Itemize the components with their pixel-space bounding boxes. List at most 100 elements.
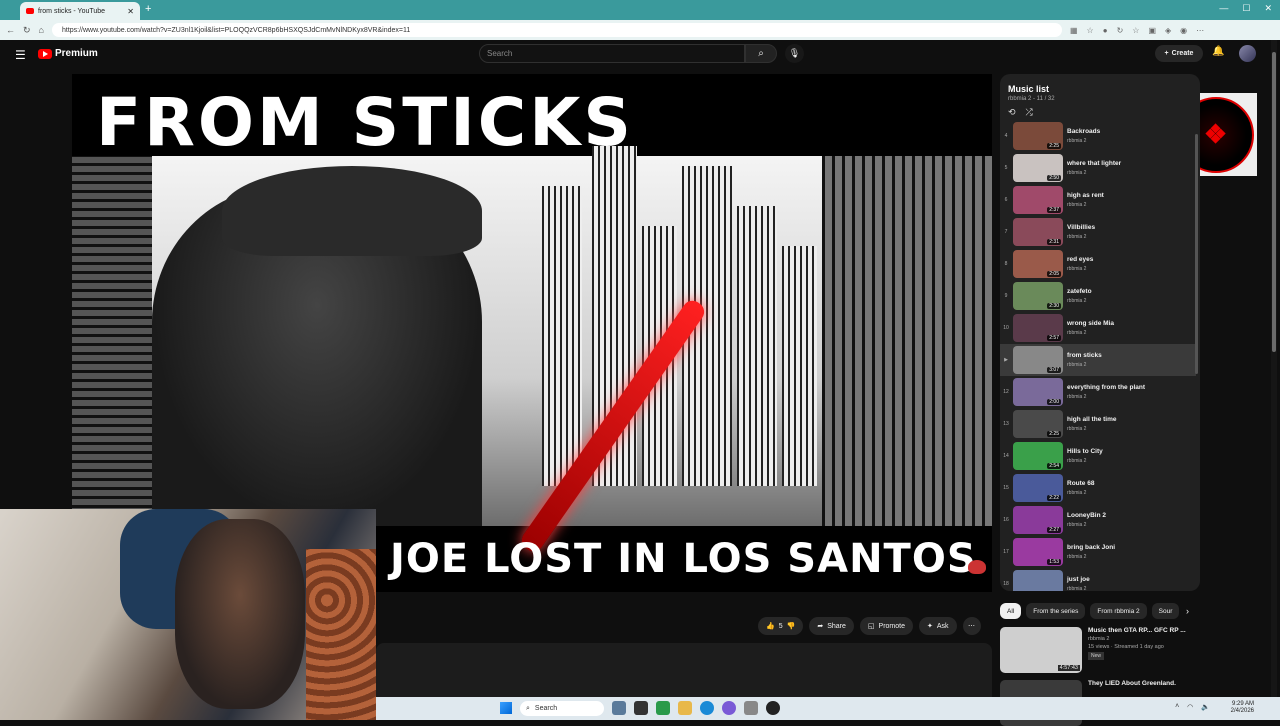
playlist-thumbnail[interactable]: 2:50	[1013, 154, 1063, 182]
playlist-scrollbar[interactable]	[1195, 134, 1198, 374]
related-title[interactable]: Music then GTA RP... GFC RP ...	[1088, 627, 1186, 634]
playlist-item-title[interactable]: wrong side Mia	[1067, 320, 1114, 327]
youtube-logo[interactable]: Premium	[38, 48, 98, 59]
collections-icon[interactable]: ▣	[1148, 26, 1156, 35]
playlist-item-title[interactable]: high all the time	[1067, 416, 1116, 423]
taskbar-search[interactable]: ⌕ Search	[520, 701, 604, 716]
volume-icon[interactable]: 🔈	[1201, 703, 1210, 711]
more-icon[interactable]: ⋯	[1196, 26, 1204, 35]
avatar[interactable]	[1239, 45, 1256, 62]
search-input[interactable]: Search	[479, 44, 745, 63]
voice-search-button[interactable]: 🎙	[785, 44, 804, 63]
playlist-thumbnail[interactable]: 2:57	[1013, 314, 1063, 342]
windows-start-icon[interactable]	[500, 702, 512, 714]
playlist-item-title[interactable]: Hills to City	[1067, 448, 1103, 455]
playlist-item[interactable]: 15 2:22 Route 68 rbbmia 2	[1000, 472, 1196, 504]
playlist-item-title[interactable]: where that lighter	[1067, 160, 1121, 167]
browser-tab[interactable]: from sticks - YouTube ✕	[20, 2, 140, 20]
playlist-item[interactable]: 8 2:05 red eyes rbbmia 2	[1000, 248, 1196, 280]
app-icon[interactable]	[634, 701, 648, 715]
filter-chip[interactable]: All	[1000, 603, 1022, 619]
playlist-item[interactable]: 7 2:31 Villbillies rbbmia 2	[1000, 216, 1196, 248]
playlist-item[interactable]: 13 2:25 high all the time rbbmia 2	[1000, 408, 1196, 440]
folder-icon[interactable]	[678, 701, 692, 715]
playlist-item-title[interactable]: zatefeto	[1067, 288, 1092, 295]
playlist-item-title[interactable]: just joe	[1067, 576, 1090, 583]
extension-icon[interactable]: ●	[1103, 26, 1108, 35]
promote-button[interactable]: ◱ Promote	[859, 617, 913, 635]
shuffle-icon[interactable]: ⤮	[1026, 107, 1033, 118]
playlist-title[interactable]: Music list	[1008, 84, 1192, 94]
playlist-item-title[interactable]: from sticks	[1067, 352, 1102, 359]
camera-icon[interactable]	[744, 701, 758, 715]
close-window-icon[interactable]: ✕	[1264, 3, 1272, 14]
like-button[interactable]: 👍 5 👎	[758, 617, 804, 635]
app-icon[interactable]	[722, 701, 736, 715]
new-tab-icon[interactable]: +	[145, 3, 151, 15]
playlist-item[interactable]: 14 2:54 Hills to City rbbmia 2	[1000, 440, 1196, 472]
playlist-thumbnail[interactable]: 3:07	[1013, 346, 1063, 374]
playlist-thumbnail[interactable]: 2:05	[1013, 250, 1063, 278]
home-icon[interactable]: ⌂	[39, 25, 44, 36]
search-button[interactable]: ⌕	[745, 44, 777, 63]
minimize-icon[interactable]: —	[1219, 3, 1228, 14]
playlist-thumbnail[interactable]: 2:31	[1013, 218, 1063, 246]
thumbs-down-icon[interactable]: 👎	[787, 622, 796, 630]
loop-icon[interactable]: ⟲	[1008, 107, 1016, 118]
share-button[interactable]: ➦ Share	[809, 617, 854, 635]
playlist-item[interactable]: 6 2:37 high as rent rbbmia 2	[1000, 184, 1196, 216]
playlist-item-title[interactable]: high as rent	[1067, 192, 1104, 199]
playlist-item[interactable]: 18 1:40 just joe rbbmia 2	[1000, 568, 1196, 591]
close-tab-icon[interactable]: ✕	[127, 7, 134, 16]
playlist-thumbnail[interactable]: 2:37	[1013, 186, 1063, 214]
playlist-item[interactable]: 17 1:53 bring back Joni rbbmia 2	[1000, 536, 1196, 568]
playlist-thumbnail[interactable]: 2:22	[1013, 474, 1063, 502]
playlist-thumbnail[interactable]: 2:00	[1013, 378, 1063, 406]
chevron-right-icon[interactable]: ›	[1186, 606, 1189, 616]
playlist-item[interactable]: ▶ 3:07 from sticks rbbmia 2	[1000, 344, 1196, 376]
playlist-item-title[interactable]: red eyes	[1067, 256, 1093, 263]
playlist-item-title[interactable]: LooneyBin 2	[1067, 512, 1106, 519]
create-button[interactable]: + Create	[1155, 45, 1203, 62]
playlist-item[interactable]: 9 2:30 zatefeto rbbmia 2	[1000, 280, 1196, 312]
playlist-item-title[interactable]: everything from the plant	[1067, 384, 1145, 391]
app-icon[interactable]	[612, 701, 626, 715]
page-scrollbar[interactable]	[1271, 40, 1277, 700]
playlist-item-title[interactable]: Route 68	[1067, 480, 1094, 487]
profile-icon[interactable]: ◉	[1180, 26, 1187, 35]
playlist-item[interactable]: 16 2:27 LooneyBin 2 rbbmia 2	[1000, 504, 1196, 536]
playlist-thumbnail[interactable]: 2:25	[1013, 410, 1063, 438]
playlist-item[interactable]: 5 2:50 where that lighter rbbmia 2	[1000, 152, 1196, 184]
related-title[interactable]: They LIED About Greenland.	[1088, 680, 1176, 687]
grid-icon[interactable]: ▦	[1070, 26, 1078, 35]
maximize-icon[interactable]: ☐	[1242, 3, 1250, 14]
ask-button[interactable]: ✦ Ask	[919, 617, 957, 635]
app-icon[interactable]	[766, 701, 780, 715]
playlist-item[interactable]: 10 2:57 wrong side Mia rbbmia 2	[1000, 312, 1196, 344]
playlist-item-title[interactable]: bring back Joni	[1067, 544, 1115, 551]
playlist-thumbnail[interactable]: 2:30	[1013, 282, 1063, 310]
app-icon[interactable]	[656, 701, 670, 715]
url-field[interactable]: https://www.youtube.com/watch?v=ZU3nl1Kj…	[51, 23, 1062, 37]
refresh-ext-icon[interactable]: ↻	[1117, 26, 1124, 35]
reload-icon[interactable]: ↻	[23, 25, 31, 36]
playlist-thumbnail[interactable]: 1:53	[1013, 538, 1063, 566]
edge-icon[interactable]	[700, 701, 714, 715]
back-icon[interactable]: ←	[6, 25, 15, 36]
more-actions-button[interactable]: ⋯	[962, 617, 981, 635]
wifi-icon[interactable]: ◠	[1187, 703, 1193, 711]
playlist-item[interactable]: 12 2:00 everything from the plant rbbmia 2	[1000, 376, 1196, 408]
filter-chip[interactable]: From rbbmia 2	[1090, 603, 1147, 619]
playlist-item[interactable]: 4 2:25 Backroads rbbmia 2	[1000, 120, 1196, 152]
clock[interactable]: 9:29 AM 2/4/2026	[1231, 701, 1254, 715]
favorites-icon[interactable]: ☆	[1132, 26, 1139, 35]
related-video[interactable]: 4:57:43 Music then GTA RP... GFC RP ... rb…	[1000, 627, 1200, 673]
shield-icon[interactable]: ◈	[1165, 26, 1171, 35]
hamburger-menu-icon[interactable]: ☰	[15, 48, 26, 62]
playlist-item-title[interactable]: Backroads	[1067, 128, 1100, 135]
filter-chip[interactable]: From the series	[1026, 603, 1086, 619]
filter-chip[interactable]: Sour	[1151, 603, 1180, 619]
playlist-thumbnail[interactable]: 2:27	[1013, 506, 1063, 534]
notifications-bell-icon[interactable]: 🔔	[1212, 46, 1224, 57]
playlist-thumbnail[interactable]: 1:40	[1013, 570, 1063, 591]
